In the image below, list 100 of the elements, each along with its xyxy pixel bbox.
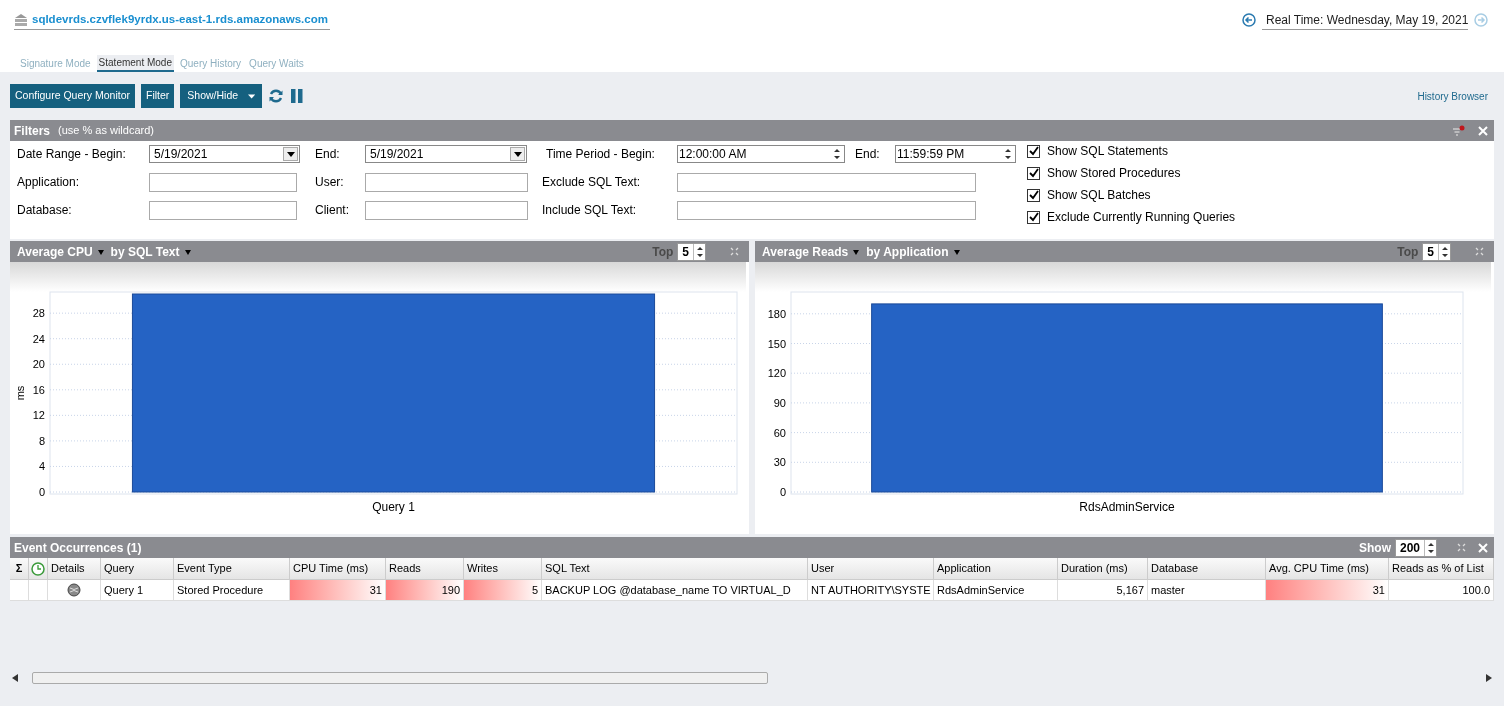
panel-hint: (use % as wildcard) xyxy=(58,123,154,139)
top-label: Top xyxy=(1397,243,1419,261)
y-tick-label: 90 xyxy=(773,396,786,409)
number-spinner[interactable]: 5 xyxy=(677,242,706,261)
y-axis-label: ms xyxy=(14,385,26,401)
close-icon[interactable] xyxy=(1478,125,1488,136)
table-cell: 100.0 xyxy=(1389,580,1494,601)
show-label: Show xyxy=(1358,539,1391,557)
y-tick-label: 8 xyxy=(38,434,45,447)
x-category-label: RdsAdminService xyxy=(1079,500,1175,514)
field-label: End: xyxy=(315,146,341,163)
column-header[interactable]: Event Type xyxy=(174,560,289,577)
field-label: Application: xyxy=(17,174,81,191)
toolbar-button[interactable]: Filter xyxy=(140,84,175,108)
mode-tab[interactable]: Statement Mode xyxy=(96,55,174,72)
y-tick-label: 180 xyxy=(767,307,786,320)
history-browser-link[interactable]: History Browser xyxy=(1417,88,1494,104)
y-tick-label: 12 xyxy=(32,409,45,422)
date-dropdown[interactable]: 5/19/2021 xyxy=(149,145,300,163)
spin-arrows-icon xyxy=(1438,243,1450,260)
caret-icon xyxy=(97,248,104,255)
table-cell: RdsAdminService xyxy=(934,580,1058,601)
time-spinner[interactable]: 12:00:00 AM xyxy=(677,145,845,163)
table-cell: 31 xyxy=(1266,580,1389,601)
caret-icon xyxy=(853,248,860,255)
checkbox[interactable] xyxy=(1027,188,1040,202)
details-globe-icon[interactable] xyxy=(67,583,81,597)
column-header[interactable]: Reads xyxy=(386,560,463,577)
text-field[interactable] xyxy=(677,200,976,220)
expand-icon[interactable] xyxy=(1475,247,1484,256)
y-tick-label: 120 xyxy=(767,367,786,380)
scroll-right-icon[interactable] xyxy=(1486,674,1492,682)
database-icon xyxy=(14,12,28,27)
checkbox-label: Show Stored Procedures xyxy=(1047,165,1181,182)
table-cell: 31 xyxy=(290,580,386,601)
column-header[interactable]: Details xyxy=(48,560,100,577)
column-header[interactable]: Σ xyxy=(10,560,28,577)
column-header[interactable]: CPU Time (ms) xyxy=(290,560,385,577)
column-header[interactable]: Avg. CPU Time (ms) xyxy=(1266,560,1388,577)
x-category-label: Query 1 xyxy=(372,500,415,514)
y-tick-label: 60 xyxy=(773,426,786,439)
toolbar-button[interactable]: Configure Query Monitor xyxy=(10,84,135,108)
text-field[interactable] xyxy=(149,172,297,192)
y-tick-label: 0 xyxy=(779,486,786,498)
caret-icon xyxy=(184,248,191,255)
field-label: Include SQL Text: xyxy=(542,202,638,219)
field-label: User: xyxy=(315,174,345,191)
y-tick-label: 20 xyxy=(32,358,45,371)
back-arrow-icon[interactable] xyxy=(1242,13,1256,27)
field-label: Date Range - Begin: xyxy=(17,146,127,163)
spin-arrows-icon xyxy=(1424,539,1436,556)
y-tick-label: 16 xyxy=(32,383,45,396)
column-header[interactable]: Writes xyxy=(464,560,541,577)
checkbox[interactable] xyxy=(1027,144,1040,158)
table-cell: 5,167 xyxy=(1058,580,1148,601)
column-header[interactable]: SQL Text xyxy=(542,560,807,577)
y-tick-label: 150 xyxy=(767,337,786,350)
table-cell: 5 xyxy=(464,580,542,601)
top-label: Top xyxy=(652,243,674,261)
close-icon[interactable] xyxy=(1478,542,1488,553)
scroll-left-icon[interactable] xyxy=(12,674,18,682)
checkbox[interactable] xyxy=(1027,210,1040,224)
panel-title: Event Occurrences (1) xyxy=(14,539,142,557)
number-spinner[interactable]: 5 xyxy=(1422,242,1451,261)
y-tick-label: 30 xyxy=(773,456,786,469)
panel-title: Filters xyxy=(14,122,50,140)
y-tick-label: 4 xyxy=(38,460,45,473)
column-header[interactable]: Duration (ms) xyxy=(1058,560,1147,577)
column-header[interactable]: User xyxy=(808,560,933,577)
table-cell: BACKUP LOG @database_name TO VIRTUAL_D xyxy=(542,580,808,601)
date-dropdown[interactable]: 5/19/2021 xyxy=(365,145,527,163)
text-field[interactable] xyxy=(677,172,976,192)
column-header[interactable]: Database xyxy=(1148,560,1265,577)
spin-arrows-icon xyxy=(693,243,705,260)
filter-clear-icon[interactable] xyxy=(1452,124,1466,137)
caret-icon xyxy=(953,248,960,255)
column-header[interactable]: Query xyxy=(101,560,173,577)
time-spinner[interactable]: 11:59:59 PM xyxy=(895,145,1016,163)
expand-icon[interactable] xyxy=(1457,543,1466,552)
expand-icon[interactable] xyxy=(730,247,739,256)
table-cell: 190 xyxy=(386,580,464,601)
number-spinner[interactable]: 200 xyxy=(1394,538,1437,557)
field-label: Exclude SQL Text: xyxy=(542,174,642,191)
column-header[interactable]: Reads as % of List xyxy=(1389,560,1493,577)
show-hide-dropdown[interactable]: Show/Hide xyxy=(180,84,263,108)
pause-icon[interactable] xyxy=(290,88,305,104)
text-field[interactable] xyxy=(365,172,528,192)
time-dropdown[interactable]: Real Time: Wednesday, May 19, 2021 xyxy=(1262,10,1468,30)
table-cell: Query 1 xyxy=(101,580,174,601)
checkbox-label: Show SQL Statements xyxy=(1047,143,1168,160)
text-field[interactable] xyxy=(149,200,297,220)
server-dropdown[interactable]: sqldevrds.czvflek9yrdx.us-east-1.rds.amazonaws.com xyxy=(14,10,330,30)
y-tick-label: 0 xyxy=(38,486,45,498)
refresh-icon[interactable] xyxy=(268,88,285,104)
text-field[interactable] xyxy=(365,200,528,220)
column-header[interactable]: Application xyxy=(934,560,1057,577)
checkbox[interactable] xyxy=(1027,166,1040,180)
y-tick-label: 28 xyxy=(32,307,45,320)
checkbox-label: Exclude Currently Running Queries xyxy=(1047,209,1236,226)
field-label: Time Period - Begin: xyxy=(545,146,656,163)
